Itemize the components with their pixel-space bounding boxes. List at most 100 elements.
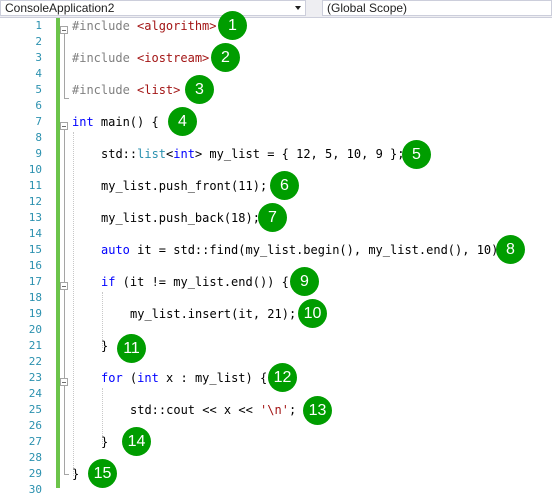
scope-dropdown[interactable]: (Global Scope) (322, 0, 552, 16)
line-number: 16 (28, 259, 42, 272)
code-text: } (72, 467, 80, 481)
annotation-badge: 8 (496, 235, 525, 264)
include-header: <list> (137, 83, 181, 97)
code-text: ( (122, 371, 138, 385)
preprocessor-directive: #include (72, 51, 138, 65)
collapse-icon[interactable] (60, 26, 68, 34)
indent-guide (73, 132, 74, 476)
code-text: } (101, 435, 109, 449)
code-text: my_list.push_back(18); (101, 211, 260, 225)
code-text: main() { (93, 115, 159, 129)
keyword: if (101, 275, 116, 289)
preprocessor-directive: #include (72, 19, 138, 33)
code-line-25[interactable]: std::cout << x << '\n'; (130, 402, 296, 418)
line-number: 18 (28, 291, 42, 304)
code-text: } (101, 339, 109, 353)
line-number: 29 (28, 467, 42, 480)
type-name: list (137, 147, 167, 161)
include-header: <algorithm> (137, 19, 217, 33)
line-number: 22 (28, 355, 42, 368)
code-line-27[interactable]: } (101, 434, 108, 450)
line-number: 8 (35, 131, 42, 144)
code-text: std:: (101, 147, 138, 161)
code-text: > my_list = { 12, 5, 10, 9 }; (194, 147, 405, 161)
line-number: 12 (28, 195, 42, 208)
annotation-badge: 2 (211, 43, 240, 72)
annotation-badge: 1 (218, 11, 247, 40)
outline-line (64, 130, 65, 474)
code-text: my_list.push_front(11); (101, 179, 268, 193)
project-dropdown-label: ConsoleApplication2 (5, 1, 115, 15)
char-literal: '\n' (260, 403, 289, 417)
line-number: 28 (28, 451, 42, 464)
annotation-badge: 3 (185, 75, 214, 104)
outline-line (64, 474, 69, 475)
line-number: 20 (28, 323, 42, 336)
code-line-17[interactable]: if (it != my_list.end()) { (101, 274, 289, 290)
project-dropdown[interactable]: ConsoleApplication2 (0, 0, 306, 16)
code-line-3[interactable]: #include <iostream> (72, 50, 209, 66)
code-line-13[interactable]: my_list.push_back(18); (101, 210, 260, 226)
keyword: auto (101, 243, 130, 257)
line-number: 5 (35, 83, 42, 96)
annotation-badge: 10 (298, 299, 327, 328)
include-header: <iostream> (137, 51, 210, 65)
outline-line (64, 98, 69, 99)
annotation-badge: 15 (88, 459, 117, 488)
annotation-badge: 6 (270, 171, 299, 200)
code-line-19[interactable]: my_list.insert(it, 21); (130, 306, 296, 322)
collapse-icon[interactable] (60, 282, 68, 290)
code-text: (it != my_list.end()) { (115, 275, 289, 289)
line-number: 3 (35, 51, 42, 64)
line-number: 23 (28, 371, 42, 384)
annotation-badge: 5 (402, 140, 431, 169)
code-line-9[interactable]: std::list<int> my_list = { 12, 5, 10, 9 … (101, 146, 404, 162)
line-number: 17 (28, 275, 42, 288)
code-line-21[interactable]: } (101, 338, 108, 354)
line-number: 26 (28, 419, 42, 432)
code-line-29[interactable]: } (72, 466, 79, 482)
line-number: 9 (35, 147, 42, 160)
line-number: 10 (28, 163, 42, 176)
keyword: int (173, 147, 195, 161)
line-number: 4 (35, 67, 42, 80)
annotation-badge: 7 (258, 203, 287, 232)
annotation-badge: 12 (268, 363, 297, 392)
code-text: my_list.insert(it, 21); (130, 307, 297, 321)
code-line-23[interactable]: for (int x : my_list) { (101, 370, 267, 386)
code-line-7[interactable]: int main() { (72, 114, 159, 130)
line-number: 14 (28, 227, 42, 240)
code-line-5[interactable]: #include <list> (72, 82, 180, 98)
line-number-gutter: 1 2 3 4 5 6 7 8 9 10 11 12 13 14 15 16 17 18 19 20 21 22 23 24 2… (0, 18, 42, 499)
annotation-badge: 14 (122, 427, 151, 456)
preprocessor-directive: #include (72, 83, 138, 97)
code-text: ; (288, 403, 297, 417)
code-text: std::cout << x << (130, 403, 261, 417)
line-number: 24 (28, 387, 42, 400)
outline-line (64, 34, 65, 98)
annotation-badge: 11 (117, 334, 146, 363)
change-tracking-bar (56, 18, 60, 488)
annotation-badge: 9 (290, 267, 319, 296)
keyword: int (72, 115, 94, 129)
code-line-15[interactable]: auto it = std::find(my_list.begin(), my_… (101, 242, 506, 258)
line-number: 15 (28, 243, 42, 256)
collapse-icon[interactable] (60, 378, 68, 386)
collapse-icon[interactable] (60, 122, 68, 130)
code-line-11[interactable]: my_list.push_front(11); (101, 178, 267, 194)
code-text: x : my_list) { (158, 371, 268, 385)
line-number: 21 (28, 339, 42, 352)
line-number: 27 (28, 435, 42, 448)
line-number: 2 (35, 35, 42, 48)
code-line-1[interactable]: #include <algorithm> (72, 18, 217, 34)
annotation-badge: 13 (303, 396, 332, 425)
chevron-down-icon (295, 6, 301, 10)
keyword: for (101, 371, 123, 385)
line-number: 1 (35, 19, 42, 32)
scope-dropdown-label: (Global Scope) (327, 1, 408, 15)
line-number: 19 (28, 307, 42, 320)
annotation-badge: 4 (168, 107, 197, 136)
line-number: 13 (28, 211, 42, 224)
line-number: 7 (35, 115, 42, 128)
line-number: 30 (28, 483, 42, 496)
